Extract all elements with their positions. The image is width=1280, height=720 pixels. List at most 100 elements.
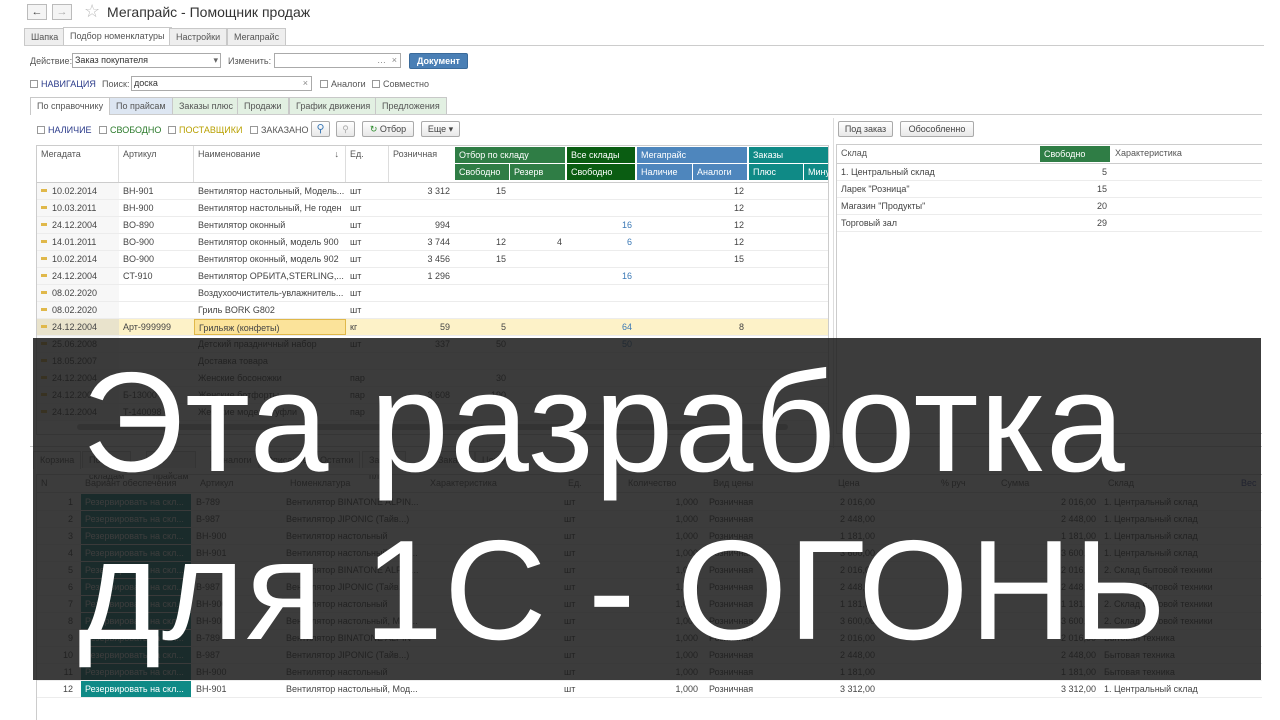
col-megadate[interactable]: Мегадата	[37, 146, 119, 182]
cell-stock-free	[454, 200, 510, 216]
cell-unit: шт	[346, 251, 389, 267]
tab-item-selection[interactable]: Подбор номенклатуры	[63, 27, 172, 45]
caption-line-2: для 1С - ОГОНЬ	[78, 511, 1168, 670]
stock-row[interactable]: 1. Центральный склад 5	[837, 164, 1262, 181]
table-row[interactable]: 10.03.2011 BH-900 Вентилятор настольный, Н…	[37, 200, 828, 217]
free-checkbox[interactable]: СВОБОДНО	[99, 125, 161, 135]
ordered-checkbox[interactable]: ЗАКАЗАНО	[250, 125, 309, 135]
cart-cell-variant[interactable]: Резервировать на скл...	[81, 681, 191, 697]
cell-all-free: 16	[566, 268, 636, 284]
cell-stock-free	[454, 217, 510, 233]
table-row[interactable]: 08.02.2020 Воздухоочиститель-увлажнитель.…	[37, 285, 828, 302]
forward-button[interactable]: →	[52, 4, 72, 20]
table-row[interactable]: 24.12.2004 Арт-999999 Грильяж (конфеты) кг 5…	[37, 319, 828, 336]
cell-mp-analogs: 12	[692, 234, 748, 250]
col-name[interactable]: Наименование ↓	[194, 146, 346, 182]
cell-date: 08.02.2020	[37, 302, 119, 318]
stock-row[interactable]: Ларек "Розница" 15	[837, 181, 1262, 198]
table-row[interactable]: 24.12.2004 BO-890 Вентилятор оконный шт 994 1…	[37, 217, 828, 234]
tab-orders-plus[interactable]: Заказы плюс	[172, 97, 240, 114]
cell-mp-analogs	[692, 302, 748, 318]
tab-offers[interactable]: Предложения	[375, 97, 447, 114]
col-characteristic[interactable]: Характеристика	[1111, 145, 1261, 163]
col-warehouse[interactable]: Склад	[837, 145, 1039, 163]
cell-unit-text: шт	[350, 288, 362, 298]
stock-row[interactable]: Магазин "Продукты" 20	[837, 198, 1262, 215]
back-button[interactable]: ←	[27, 4, 47, 20]
document-button[interactable]: Документ	[409, 53, 468, 69]
cell-date: 10.02.2014	[37, 251, 119, 267]
cell-stock-free: 5	[454, 319, 510, 335]
cell-stock-free-text: 15	[495, 254, 506, 264]
table-row[interactable]: 08.02.2020 Гриль BORK G802 шт	[37, 302, 828, 319]
change-field[interactable]: … ×	[274, 53, 401, 68]
tab-sales[interactable]: Продажи	[237, 97, 289, 114]
cell-article	[119, 302, 194, 318]
col-article[interactable]: Артикул	[119, 146, 194, 182]
cell-mp-analogs-text: 12	[733, 186, 744, 196]
cell-mp-analogs-text: 12	[733, 203, 744, 213]
action-label: Действие:	[30, 56, 73, 66]
tab-megaprice[interactable]: Мегапрайс	[227, 28, 287, 45]
separate-button[interactable]: Обособленно	[900, 121, 974, 137]
star-icon[interactable]: ☆	[84, 1, 100, 22]
search-button[interactable]: ⚲	[311, 121, 330, 137]
col-stock-free[interactable]: Свободно	[454, 163, 510, 181]
select-button[interactable]: ↻ Отбор	[362, 121, 414, 137]
action-select[interactable]: Заказ покупателя ▾	[72, 53, 221, 68]
availability-checkbox[interactable]: НАЛИЧИЕ	[37, 125, 92, 135]
tab-movement-chart[interactable]: График движения	[289, 97, 378, 114]
cell-stock-free	[454, 302, 510, 318]
cell-retail	[389, 302, 454, 318]
cell-unit-text: шт	[350, 186, 362, 196]
cart-row[interactable]: 12 Резервировать на скл... BH-901 Вентилято…	[37, 681, 1262, 698]
cell-stock-reserve: 4	[509, 234, 566, 250]
clear-search-icon[interactable]: ×	[303, 77, 308, 90]
tab-by-prices[interactable]: По прайсам	[109, 97, 173, 114]
cell-retail: 3 312	[389, 183, 454, 199]
table-row[interactable]: 10.02.2014 BH-901 Вентилятор настольный, М…	[37, 183, 828, 200]
more-button[interactable]: Еще ▾	[421, 121, 460, 137]
cell-mp-analogs: 15	[692, 251, 748, 267]
stock-row[interactable]: Торговый зал 29	[837, 215, 1262, 232]
cell-unit: шт	[346, 285, 389, 301]
col-orders-plus[interactable]: Плюс	[748, 163, 804, 181]
col-mp-avail[interactable]: Наличие	[636, 163, 693, 181]
col-all-free[interactable]: Свободно	[566, 163, 636, 181]
table-row[interactable]: 10.02.2014 BO-900 Вентилятор оконный, моде…	[37, 251, 828, 268]
tab-settings[interactable]: Настройки	[169, 28, 228, 45]
joint-checkbox[interactable]: Совместно	[372, 79, 429, 89]
ellipsis-icon[interactable]: …	[377, 54, 386, 67]
clear-filter-button[interactable]: ⚲	[336, 121, 355, 137]
cell-name-text: Вентилятор ОРБИТА,STERLING,...	[198, 271, 344, 281]
row-marker-icon	[41, 274, 47, 277]
search-input[interactable]: доска ×	[131, 76, 312, 91]
tabs-divider	[24, 45, 1264, 46]
col-orders-minus[interactable]: Минус	[803, 163, 828, 181]
suppliers-checkbox[interactable]: ПОСТАВЩИКИ	[168, 125, 243, 135]
cell-all-free	[566, 251, 636, 267]
cell-free: 20	[1096, 201, 1107, 211]
cell-free: 15	[1096, 184, 1107, 194]
tab-header[interactable]: Шапка	[24, 28, 66, 45]
cell-article: CT-910	[119, 268, 194, 284]
cell-article: BO-890	[119, 217, 194, 233]
col-retail[interactable]: Розничная	[389, 146, 454, 182]
cell-mp-analogs: 12	[692, 200, 748, 216]
clear-icon[interactable]: ×	[392, 54, 397, 67]
col-group-all: Все склады	[566, 146, 636, 164]
tab-by-catalog[interactable]: По справочнику	[30, 97, 111, 115]
cell-stock-reserve	[509, 200, 566, 216]
col-mp-analogs[interactable]: Аналоги	[692, 163, 748, 181]
table-row[interactable]: 24.12.2004 CT-910 Вентилятор ОРБИТА,STERLI…	[37, 268, 828, 285]
col-stock-reserve[interactable]: Резерв	[509, 163, 566, 181]
table-row[interactable]: 14.01.2011 BO-900 Вентилятор оконный, моде…	[37, 234, 828, 251]
cell-unit-text: шт	[350, 237, 362, 247]
cell-name: Вентилятор настольный, Не годен	[194, 200, 346, 216]
cell-name: Вентилятор оконный, модель 900	[194, 234, 346, 250]
col-free[interactable]: Свободно	[1039, 145, 1111, 163]
col-unit[interactable]: Ед.	[346, 146, 389, 182]
navigation-checkbox[interactable]: НАВИГАЦИЯ	[30, 79, 96, 89]
analogs-checkbox[interactable]: Аналоги	[320, 79, 366, 89]
under-order-button[interactable]: Под заказ	[838, 121, 893, 137]
